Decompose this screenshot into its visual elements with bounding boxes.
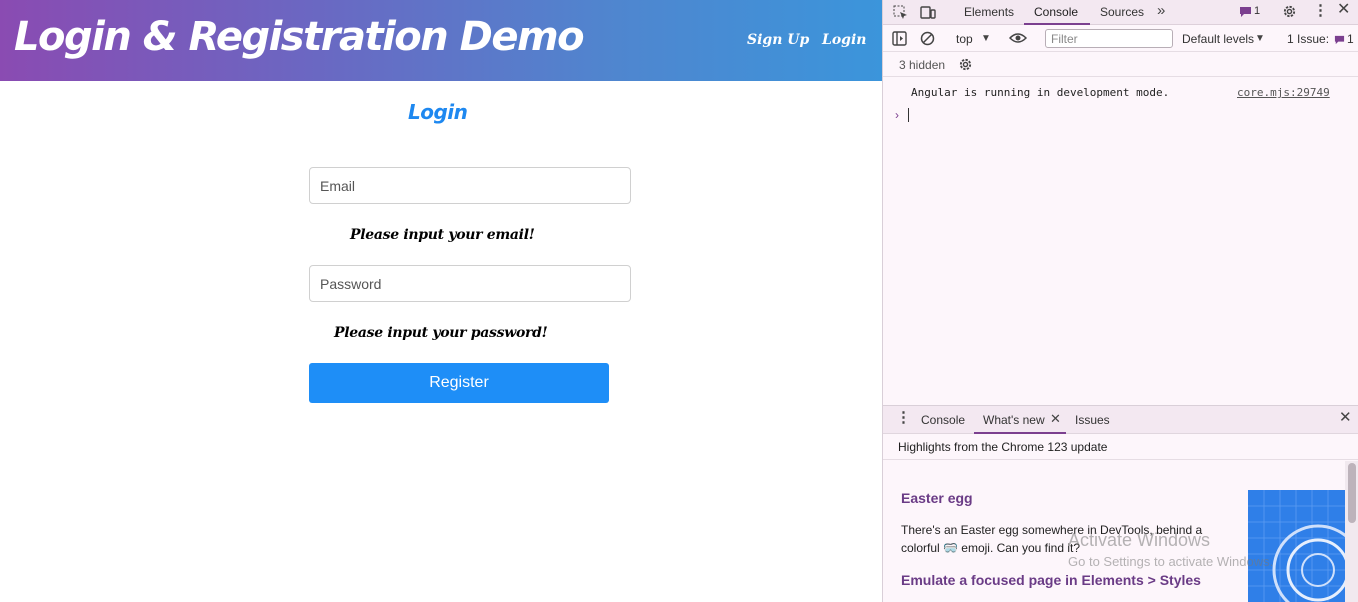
tab-sources[interactable]: Sources [1100,5,1144,19]
console-source-link[interactable]: core.mjs:29749 [1237,86,1330,99]
messages-count: 1 [1254,5,1261,17]
context-selector[interactable]: top [956,32,973,46]
live-expression-eye-icon[interactable] [1008,31,1028,47]
whats-new-scrollbar[interactable] [1345,461,1358,602]
clear-console-icon[interactable] [920,31,935,48]
devtools-tabbar: Elements Console Sources » 1 ⋮ ✕ [883,0,1358,25]
issues-count: 1 [1347,32,1354,46]
brand-title: Login & Registration Demo [14,14,585,60]
email-error-message: Please input your email! [350,227,535,243]
tab-console[interactable]: Console [1034,5,1078,19]
activate-windows-watermark: Activate Windows [1068,530,1211,550]
register-button[interactable]: Register [309,363,609,403]
form-heading: Login [408,100,468,124]
console-filter-input[interactable] [1045,29,1173,48]
more-tabs-chevron-icon[interactable]: » [1157,3,1165,18]
whats-new-header: Highlights from the Chrome 123 update [883,435,1358,460]
messages-icon[interactable] [1239,6,1252,20]
console-output: Angular is running in development mode. … [883,78,1358,404]
drawer-active-indicator [974,432,1066,434]
drawer-tab-issues[interactable]: Issues [1075,413,1110,427]
emulate-focused-title[interactable]: Emulate a focused page in Elements > Sty… [901,572,1201,588]
kebab-menu-icon[interactable]: ⋮ [1313,3,1328,18]
issues-icon[interactable] [1334,33,1345,47]
easter-egg-title[interactable]: Easter egg [901,490,973,506]
inspect-element-icon[interactable] [893,5,908,22]
tab-elements[interactable]: Elements [964,5,1014,19]
navbar: Login & Registration Demo Sign Up Login [0,0,882,81]
drawer-menu-icon[interactable]: ⋮ [896,410,911,425]
issues-label[interactable]: 1 Issue: [1287,32,1329,46]
password-field[interactable] [309,265,631,302]
activate-windows-subtitle: Go to Settings to activate Windows. [1068,554,1274,569]
active-tab-indicator [1024,23,1090,25]
console-message: Angular is running in development mode. [911,86,1170,99]
hidden-count: 3 hidden [899,58,946,72]
scrollbar-thumb[interactable] [1348,463,1356,523]
web-page: Login & Registration Demo Sign Up Login … [0,0,882,602]
close-devtools-icon[interactable]: ✕ [1337,2,1350,18]
sidebar-toggle-icon[interactable] [892,31,907,48]
prompt-chevron-icon: › [895,108,899,122]
device-toolbar-icon[interactable] [920,5,936,22]
app-window: Login & Registration Demo Sign Up Login … [0,0,1358,602]
console-toolbar: top ▼ Default levels ▼ 1 Issue: 1 [883,26,1358,52]
drawer-tab-whats-new[interactable]: What's new [983,413,1045,427]
drawer-tab-console[interactable]: Console [921,413,965,427]
hidden-messages-row: 3 hidden [883,53,1358,77]
easter-egg-line2: colorful 🥽 emoji. Can you find it? [901,541,1081,555]
levels-dropdown-icon[interactable]: ▼ [1255,32,1265,46]
nav-signup-link[interactable]: Sign Up [747,32,809,48]
drawer-tabbar: ⋮ Console What's new ✕ Issues ✕ [883,405,1358,434]
email-field[interactable] [309,167,631,204]
context-dropdown-icon[interactable]: ▼ [981,32,991,46]
console-settings-gear-icon[interactable] [958,57,973,74]
log-levels-dropdown[interactable]: Default levels [1182,32,1254,46]
chrome-feature-illustration [1248,490,1345,602]
console-input-caret[interactable] [908,108,909,122]
settings-gear-icon[interactable] [1282,4,1297,21]
devtools-panel: Elements Console Sources » 1 ⋮ ✕ top ▼ F… [882,0,1358,602]
close-whats-new-icon[interactable]: ✕ [1050,412,1061,426]
whats-new-headline: Highlights from the Chrome 123 update [898,440,1108,454]
close-drawer-icon[interactable]: ✕ [1339,410,1352,425]
password-error-message: Please input your password! [334,325,548,341]
nav-login-link[interactable]: Login [822,32,866,48]
